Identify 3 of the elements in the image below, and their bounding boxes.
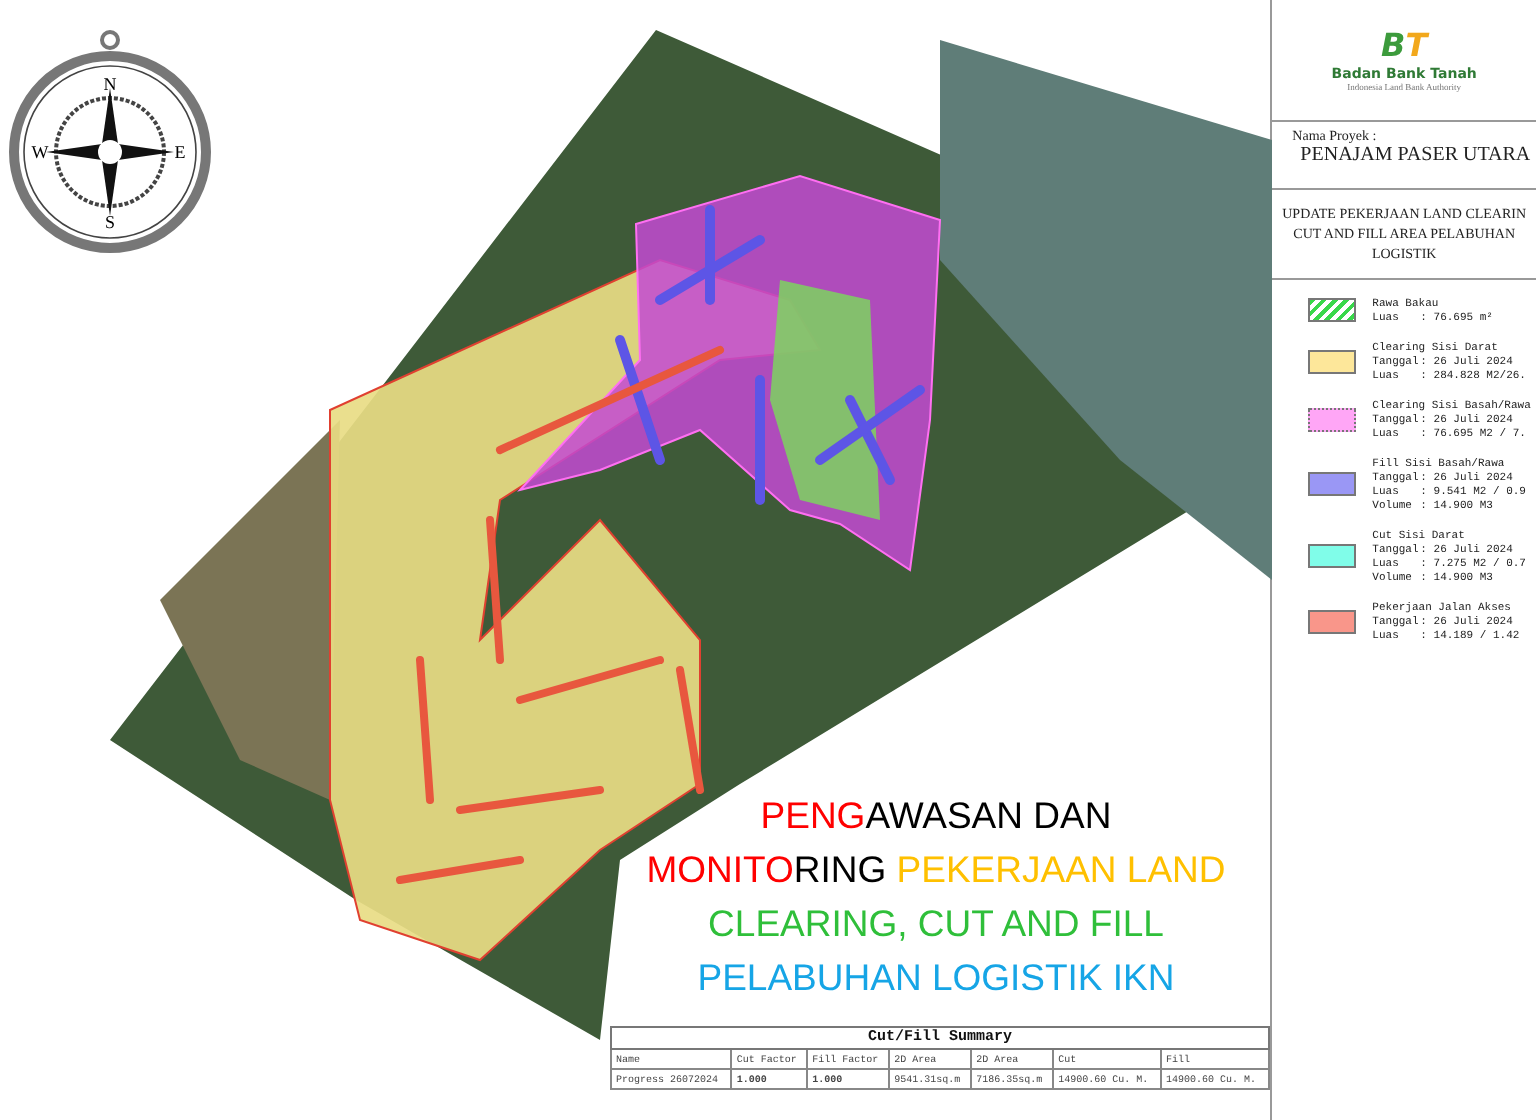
overlay-title: PENGAWASAN DAN MONITORING PEKERJAAN LAND CLEARING, CUT AND FILL PELABUHAN LOGISTIK IKN xyxy=(644,792,1228,1002)
project-name: PENAJAM PASER UTARA xyxy=(1300,144,1533,166)
logo-mark: BT xyxy=(1381,29,1428,61)
